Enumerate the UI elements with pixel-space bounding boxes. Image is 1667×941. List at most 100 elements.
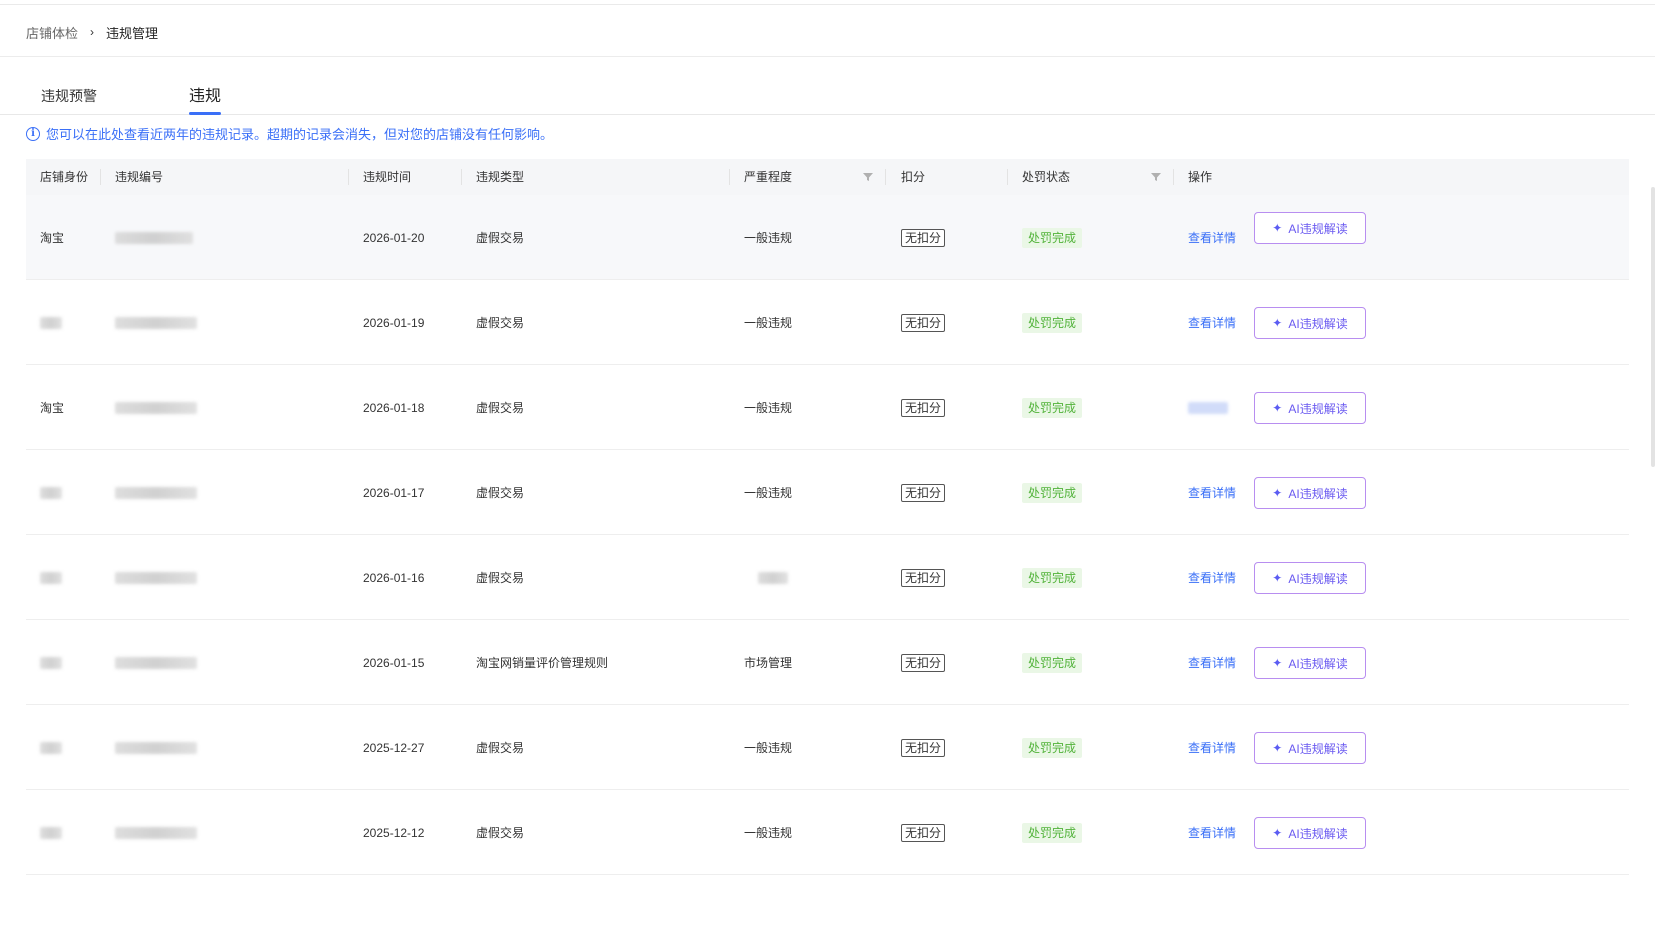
ai-interpret-button[interactable]: ✦ AI违规解读 xyxy=(1254,647,1366,679)
ai-interpret-button[interactable]: ✦ AI违规解读 xyxy=(1254,562,1366,594)
column-divider xyxy=(100,169,101,185)
view-detail-link[interactable]: 查看详情 xyxy=(1188,654,1236,671)
breadcrumb-parent[interactable]: 店铺体检 xyxy=(26,23,78,42)
cell-type: 虚假交易 xyxy=(476,450,524,535)
ai-interpret-button[interactable]: ✦ AI违规解读 xyxy=(1254,307,1366,339)
ai-button-label: AI违规解读 xyxy=(1288,221,1348,236)
cell-deduction: 无扣分 xyxy=(901,705,946,790)
status-badge: 处罚完成 xyxy=(1022,737,1083,758)
cell-time: 2025-12-12 xyxy=(363,790,424,875)
table-row: 淘宝 2026-01-20 虚假交易 一般违规 无扣分 处罚完成 查看详情 ✦ AI违规解读 xyxy=(26,195,1629,280)
view-detail-link[interactable]: 查看详情 xyxy=(1188,824,1236,841)
status-badge: 处罚完成 xyxy=(1022,312,1083,333)
violation-time: 2026-01-15 xyxy=(363,655,425,670)
cell-deduction: 无扣分 xyxy=(901,790,946,875)
table-row: 2025-12-27 虚假交易 一般违规 无扣分 处罚完成 查看详情 ✦ AI违规解读 xyxy=(26,705,1629,790)
breadcrumb: 店铺体检 › 违规管理 xyxy=(26,22,158,42)
cell-type: 淘宝网销量评价管理规则 xyxy=(476,620,608,705)
ai-button-label: AI违规解读 xyxy=(1288,826,1348,841)
ai-button-label: AI违规解读 xyxy=(1288,401,1348,416)
cell-status: 处罚完成 xyxy=(1022,195,1083,280)
cell-severity: 一般违规 xyxy=(744,365,792,450)
cell-severity: 市场管理 xyxy=(744,620,792,705)
cell-identity xyxy=(40,620,62,705)
violation-type: 虚假交易 xyxy=(476,401,525,415)
cell-time: 2026-01-15 xyxy=(363,620,424,705)
ai-interpret-button[interactable]: ✦ AI违规解读 xyxy=(1254,212,1366,244)
ai-interpret-button[interactable]: ✦ AI违规解读 xyxy=(1254,817,1366,849)
redacted-violation-id xyxy=(115,826,197,839)
severity-text: 一般违规 xyxy=(744,486,793,500)
redacted-violation-id xyxy=(115,486,197,499)
table-row: 2026-01-17 虚假交易 一般违规 无扣分 处罚完成 查看详情 ✦ AI违规解读 xyxy=(26,450,1629,535)
tab-bar: 违规预警 违规 xyxy=(0,70,1655,115)
ai-button-label: AI违规解读 xyxy=(1288,486,1348,501)
table-row: 2025-12-12 虚假交易 一般违规 无扣分 处罚完成 查看详情 ✦ AI违规解读 xyxy=(26,790,1629,875)
header-deduction: 扣分 xyxy=(901,170,926,184)
tab-violation[interactable]: 违规 xyxy=(189,82,221,106)
cell-type: 虚假交易 xyxy=(476,790,524,875)
redacted-identity xyxy=(40,316,62,329)
view-detail-link[interactable]: 查看详情 xyxy=(1188,569,1236,586)
cell-status: 处罚完成 xyxy=(1022,365,1083,450)
redacted-severity xyxy=(758,571,788,584)
filter-icon[interactable] xyxy=(1151,172,1161,182)
violation-time: 2025-12-12 xyxy=(363,825,425,840)
status-badge: 处罚完成 xyxy=(1022,227,1083,248)
cell-violation-id xyxy=(115,705,197,790)
redacted-violation-id xyxy=(115,316,197,329)
table-row: 淘宝 2026-01-18 虚假交易 一般违规 无扣分 处罚完成 ✦ AI违规解读 xyxy=(26,365,1629,450)
table-row: 2026-01-16 虚假交易 无扣分 处罚完成 查看详情 ✦ AI违规解读 xyxy=(26,535,1629,620)
header-status: 处罚状态 xyxy=(1022,170,1071,184)
tab-violation-warning[interactable]: 违规预警 xyxy=(41,86,97,106)
cell-type: 虚假交易 xyxy=(476,365,524,450)
sparkle-icon: ✦ xyxy=(1272,316,1283,330)
redacted-detail-link[interactable] xyxy=(1188,401,1228,414)
ai-interpret-button[interactable]: ✦ AI违规解读 xyxy=(1254,732,1366,764)
cell-time: 2026-01-17 xyxy=(363,450,424,535)
cell-violation-id xyxy=(115,790,197,875)
cell-type: 虚假交易 xyxy=(476,280,524,365)
view-detail-link[interactable]: 查看详情 xyxy=(1188,314,1236,331)
cell-violation-id xyxy=(115,620,197,705)
view-detail-link[interactable]: 查看详情 xyxy=(1188,229,1236,246)
cell-status: 处罚完成 xyxy=(1022,535,1083,620)
severity-text: 一般违规 xyxy=(744,741,793,755)
vertical-scrollbar[interactable] xyxy=(1651,187,1655,467)
identity-text: 淘宝 xyxy=(40,401,65,415)
violation-type: 虚假交易 xyxy=(476,316,525,330)
violation-time: 2026-01-16 xyxy=(363,570,425,585)
column-divider xyxy=(1007,169,1008,185)
ai-button-label: AI违规解读 xyxy=(1288,741,1348,756)
header-violation-id: 违规编号 xyxy=(115,170,164,184)
column-divider xyxy=(885,169,886,185)
ai-interpret-button[interactable]: ✦ AI违规解读 xyxy=(1254,477,1366,509)
table-body: 淘宝 2026-01-20 虚假交易 一般违规 无扣分 处罚完成 查看详情 ✦ AI违规解读 20… xyxy=(26,195,1629,875)
cell-identity: 淘宝 xyxy=(40,195,64,280)
status-badge: 处罚完成 xyxy=(1022,482,1083,503)
cell-severity xyxy=(744,535,788,620)
violation-type: 虚假交易 xyxy=(476,231,525,245)
cell-type: 虚假交易 xyxy=(476,535,524,620)
view-detail-link[interactable]: 查看详情 xyxy=(1188,739,1236,756)
cell-action: 查看详情 xyxy=(1188,620,1236,705)
violation-table: 店铺身份 违规编号 违规时间 违规类型 严重程度 扣分 处罚状态 操作 淘宝 20… xyxy=(26,159,1629,875)
cell-deduction: 无扣分 xyxy=(901,535,946,620)
active-tab-indicator xyxy=(189,112,221,115)
view-detail-link[interactable]: 查看详情 xyxy=(1188,484,1236,501)
cell-deduction: 无扣分 xyxy=(901,280,946,365)
table-row: 2026-01-19 虚假交易 一般违规 无扣分 处罚完成 查看详情 ✦ AI违规解读 xyxy=(26,280,1629,365)
cell-violation-id xyxy=(115,280,197,365)
cell-severity: 一般违规 xyxy=(744,195,792,280)
cell-action: 查看详情 xyxy=(1188,535,1236,620)
header-identity: 店铺身份 xyxy=(40,170,89,184)
ai-interpret-button[interactable]: ✦ AI违规解读 xyxy=(1254,392,1366,424)
column-divider xyxy=(1173,169,1174,185)
filter-icon[interactable] xyxy=(863,172,873,182)
cell-identity xyxy=(40,705,62,790)
cell-identity xyxy=(40,790,62,875)
deduction-tag: 无扣分 xyxy=(901,398,946,417)
cell-time: 2026-01-19 xyxy=(363,280,424,365)
redacted-identity xyxy=(40,826,62,839)
status-badge: 处罚完成 xyxy=(1022,652,1083,673)
